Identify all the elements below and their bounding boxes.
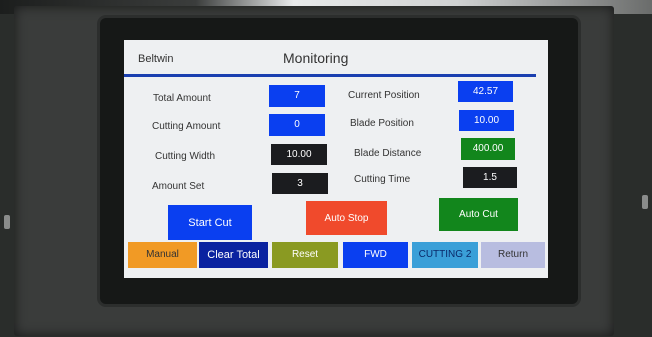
cutting-time-value[interactable]: 1.5 bbox=[463, 167, 517, 188]
blade-distance-label: Blade Distance bbox=[354, 148, 422, 159]
cutting-amount-label: Cutting Amount bbox=[152, 121, 221, 132]
auto-stop-button[interactable]: Auto Stop bbox=[306, 201, 387, 235]
tab-clear-total[interactable]: Clear Total bbox=[199, 242, 268, 268]
header-bar: Beltwin Monitoring bbox=[124, 40, 548, 74]
tab-return[interactable]: Return bbox=[481, 242, 545, 268]
tab-cutting-2[interactable]: CUTTING 2 bbox=[412, 242, 478, 268]
cutting-amount-value[interactable]: 0 bbox=[269, 114, 325, 136]
blade-position-value: 10.00 bbox=[459, 110, 514, 131]
current-position-value: 42.57 bbox=[458, 81, 513, 102]
hmi-screen: Beltwin Monitoring Total Amount 7 Cuttin… bbox=[124, 40, 548, 278]
tab-fwd[interactable]: FWD bbox=[343, 242, 408, 268]
mount-screw bbox=[4, 215, 10, 229]
start-cut-button[interactable]: Start Cut bbox=[168, 205, 252, 240]
blade-distance-value[interactable]: 400.00 bbox=[461, 138, 515, 160]
mount-screw bbox=[642, 195, 648, 209]
total-amount-label: Total Amount bbox=[153, 93, 211, 104]
current-position-label: Current Position bbox=[348, 90, 420, 101]
header-divider bbox=[124, 74, 536, 77]
tab-reset[interactable]: Reset bbox=[272, 242, 338, 268]
blade-position-label: Blade Position bbox=[350, 118, 414, 129]
cutting-time-label: Cutting Time bbox=[354, 174, 411, 185]
page-title: Monitoring bbox=[283, 50, 349, 66]
cutting-width-value[interactable]: 10.00 bbox=[271, 144, 327, 165]
auto-cut-button[interactable]: Auto Cut bbox=[439, 198, 518, 231]
total-amount-value: 7 bbox=[269, 85, 325, 107]
amount-set-value[interactable]: 3 bbox=[272, 173, 328, 194]
cutting-width-label: Cutting Width bbox=[155, 151, 216, 162]
brand-label: Beltwin bbox=[138, 53, 174, 65]
tab-manual[interactable]: Manual bbox=[128, 242, 197, 268]
amount-set-label: Amount Set bbox=[152, 181, 205, 192]
